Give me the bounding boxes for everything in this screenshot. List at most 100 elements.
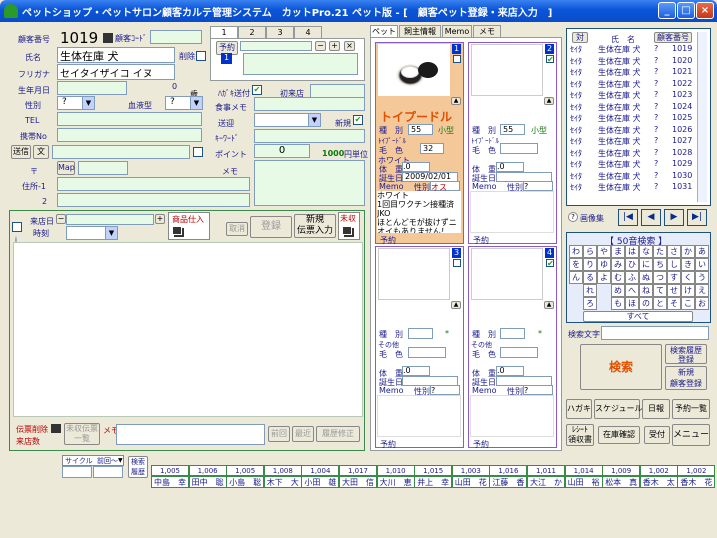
kana-key[interactable]: た [653, 245, 667, 258]
kana-key[interactable]: ぬ [639, 271, 653, 284]
list-item[interactable]: ｾｲﾀ 生体在庫 犬? 1023 [570, 90, 696, 102]
new-customer-button[interactable]: 新規 顧客登録 [665, 366, 707, 390]
customer-code-input[interactable] [150, 30, 202, 44]
time-select[interactable]: ▼ [66, 226, 118, 240]
minimize-button[interactable]: _ [658, 2, 676, 19]
stock-check-button[interactable]: 在庫確認 [598, 426, 640, 444]
history-item-name[interactable]: 山田 花 [451, 476, 490, 488]
list-item[interactable]: ｾｲﾀ 生体在庫 犬? 1027 [570, 136, 696, 148]
pet-color-select-4[interactable] [500, 347, 538, 358]
list-item[interactable]: ｾｲﾀ 生体在庫 犬? 1029 [570, 159, 696, 171]
kana-key[interactable]: ら [583, 245, 597, 258]
kana-key[interactable]: ゆ [597, 258, 611, 271]
kana-key[interactable]: む [611, 271, 625, 284]
reserve-field[interactable] [240, 41, 312, 51]
history-item-no[interactable]: 1,016 [489, 465, 528, 476]
list-item[interactable]: ｾｲﾀ 生体在庫 犬? 1028 [570, 148, 696, 160]
history-item-no[interactable]: 1,009 [602, 465, 641, 476]
kana-key[interactable]: え [695, 284, 709, 297]
dm-checkbox[interactable]: ✔ [252, 85, 262, 95]
address2-input[interactable] [57, 193, 250, 207]
pet-photo-3[interactable] [378, 248, 450, 300]
kana-key[interactable]: つ [653, 271, 667, 284]
kana-key[interactable]: う [695, 271, 709, 284]
kana-key[interactable]: く [681, 271, 695, 284]
close-button[interactable]: × [696, 2, 714, 19]
kana-key[interactable]: に [639, 258, 653, 271]
email-input[interactable] [52, 145, 190, 159]
kana-key[interactable]: い [695, 258, 709, 271]
mobile-input[interactable] [57, 128, 202, 142]
new-slip-button[interactable]: 新規 伝票入力 [294, 214, 336, 238]
pet-photo-button-2[interactable]: ▲ [544, 97, 554, 105]
kana-key[interactable]: ん [569, 271, 583, 284]
kana-key[interactable]: せ [667, 284, 681, 297]
close-icon[interactable]: × [344, 41, 355, 51]
pet-photo-2[interactable] [471, 44, 543, 96]
pet-checkbox-2[interactable]: ✔ [546, 55, 554, 64]
kana-key[interactable]: す [667, 271, 681, 284]
text-button[interactable]: 文 [33, 145, 49, 159]
history-edit-button[interactable]: 履歴修正 [316, 426, 360, 442]
delete-checkbox[interactable] [196, 51, 206, 61]
kana-key[interactable]: を [569, 258, 583, 271]
kana-key[interactable]: め [611, 284, 625, 297]
kana-key[interactable]: こ [681, 297, 695, 310]
help-icon[interactable]: ? [568, 212, 578, 222]
history-item-no[interactable]: 1,015 [414, 465, 453, 476]
map-button[interactable]: Map [57, 161, 75, 175]
pet-color-select-3[interactable] [408, 347, 446, 358]
list-item[interactable]: ｾｲﾀ 生体在庫 犬? 1021 [570, 67, 696, 79]
search-button[interactable]: 検索 [580, 344, 662, 390]
pet-reserve-3[interactable]: 予約 [380, 439, 396, 450]
history-item-no[interactable]: 1,002 [639, 465, 678, 476]
zip-input[interactable] [78, 161, 128, 175]
kana-key[interactable]: ち [653, 258, 667, 271]
date-prev-button[interactable]: − [56, 214, 66, 224]
blood-select[interactable]: ? ▼ [165, 96, 203, 110]
history-item-no[interactable]: 1,014 [564, 465, 603, 476]
pet-sex-select-2[interactable]: ? [523, 181, 553, 191]
history-item-no[interactable]: 1,008 [263, 465, 302, 476]
history-item-no[interactable]: 1,011 [527, 465, 565, 476]
maximize-button[interactable]: □ [677, 2, 695, 19]
menu-button[interactable]: メニュー [672, 424, 710, 446]
unpaid-list-button[interactable]: 未収伝票 一覧 [64, 423, 100, 445]
history-item-name[interactable]: 大江 か [527, 476, 565, 488]
pet-weight-input-2[interactable]: .0 [496, 162, 524, 172]
history-item-no[interactable]: 1,006 [188, 465, 227, 476]
list-scrollbar[interactable] [697, 32, 707, 202]
list-item[interactable]: ｾｲﾀ 生体在庫 犬? 1022 [570, 79, 696, 91]
history-item-name[interactable]: 木下 大 [263, 476, 302, 488]
history-item-name[interactable]: 大田 信 [339, 476, 377, 488]
kana-key[interactable]: や [597, 245, 611, 258]
point-value[interactable]: 0 [254, 144, 310, 158]
pet-reserve-4[interactable]: 予約 [473, 439, 489, 450]
pet-weight-input-3[interactable]: .0 [402, 366, 430, 376]
document-icon[interactable] [51, 424, 61, 433]
new-checkbox[interactable]: ✔ [353, 115, 363, 125]
prev-range-input[interactable] [93, 466, 123, 478]
kana-key[interactable]: ま [611, 245, 625, 258]
kana-key[interactable]: き [681, 258, 695, 271]
kana-key[interactable]: は [625, 245, 639, 258]
pet-kind-select-1[interactable]: 55 [408, 124, 433, 135]
email-checkbox[interactable] [193, 147, 203, 157]
history-item-name[interactable]: 松本 真 [602, 476, 641, 488]
last-record-button[interactable]: ▶| [687, 209, 707, 226]
kana-key[interactable]: よ [597, 271, 611, 284]
first-record-button[interactable]: |◀ [618, 209, 638, 226]
kana-key[interactable]: お [695, 297, 709, 310]
minus-icon[interactable]: − [315, 41, 326, 51]
pet-sex-select-3[interactable]: ? [430, 385, 460, 395]
food-memo-input[interactable] [254, 97, 365, 111]
search-history-button[interactable]: 検索履歴 登録 [665, 344, 707, 364]
list-item[interactable]: ｾｲﾀ 生体在庫 犬? 1019 [570, 44, 696, 56]
kana-key[interactable]: り [583, 258, 597, 271]
pet-checkbox-3[interactable] [453, 259, 461, 267]
visit-detail-area[interactable] [13, 242, 363, 417]
kana-key[interactable]: ふ [625, 271, 639, 284]
kana-key[interactable]: わ [569, 245, 583, 258]
kana-all-button[interactable]: すべて [583, 311, 693, 322]
pet-photo-button-1[interactable]: ▲ [451, 97, 461, 105]
